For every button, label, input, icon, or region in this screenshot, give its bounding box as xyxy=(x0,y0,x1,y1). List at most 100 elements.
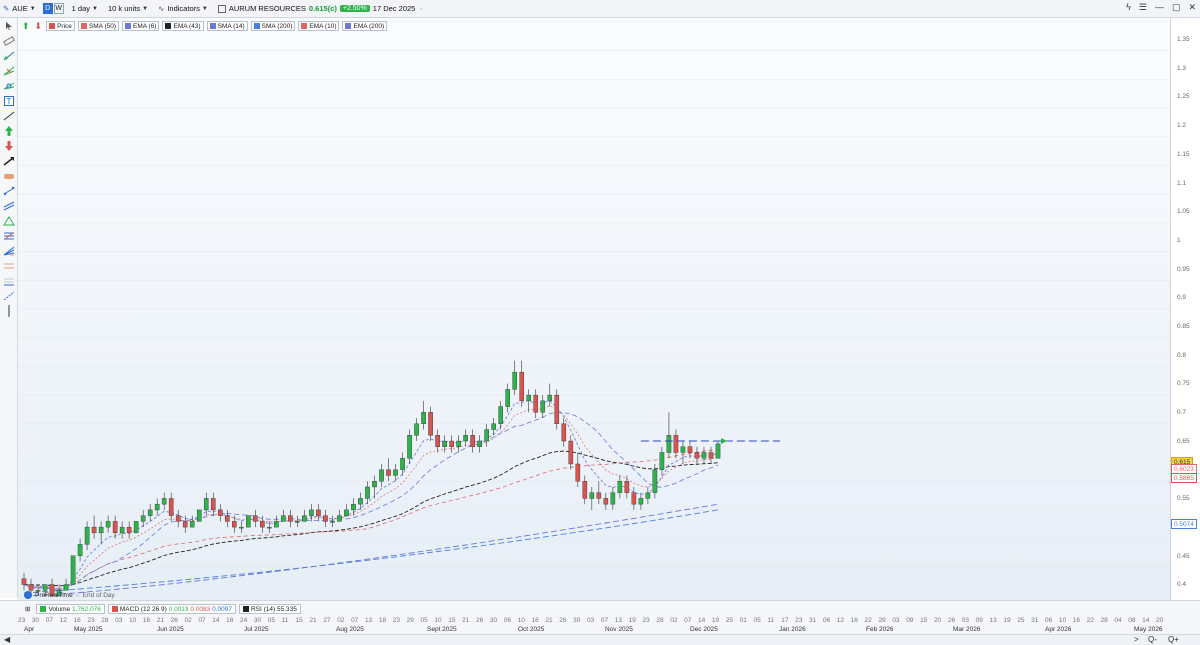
sell-arrow-icon[interactable] xyxy=(2,140,16,152)
triangle-icon[interactable] xyxy=(2,215,16,227)
arrow-line-icon[interactable] xyxy=(2,155,16,167)
minimize-icon[interactable]: — xyxy=(1155,2,1164,13)
trendline-icon[interactable] xyxy=(2,185,16,197)
line-icon[interactable] xyxy=(2,110,16,122)
indicator-settings-button[interactable]: ⊞ xyxy=(22,604,33,614)
candle-body xyxy=(596,492,602,499)
fib-fan-icon[interactable] xyxy=(2,245,16,257)
legend-item[interactable]: EMA (200) xyxy=(342,21,388,31)
units-selector[interactable]: 10 k units ▼ xyxy=(105,1,151,17)
price-tag: 0.5074 xyxy=(1171,518,1197,529)
x-month-label: Aug 2025 xyxy=(336,626,364,633)
scroll-left-icon[interactable]: ◀ xyxy=(4,635,10,644)
candle-body xyxy=(182,521,188,528)
close-icon[interactable]: ✕ xyxy=(1188,2,1196,13)
candle-body xyxy=(512,371,518,390)
candle-body xyxy=(386,469,391,476)
chart-area[interactable] xyxy=(18,18,1170,600)
candle-body xyxy=(246,515,251,528)
weekly-button[interactable]: W xyxy=(53,3,64,14)
x-day-label: 06 xyxy=(822,617,831,624)
zoom-out-icon[interactable]: Q- xyxy=(1148,635,1157,644)
indicators-menu[interactable]: ∿ Indicators ▼ xyxy=(155,1,211,17)
scroll-right-icon[interactable]: > xyxy=(1134,635,1139,644)
x-day-label: 16 xyxy=(1072,617,1080,624)
fibonacci-icon[interactable] xyxy=(2,50,16,62)
candle-body xyxy=(715,443,721,459)
legend-item[interactable]: EMA (10) xyxy=(298,21,340,31)
x-month-label: May 2026 xyxy=(1134,626,1163,633)
volume-indicator[interactable]: Volume 1,762,076 xyxy=(36,604,105,614)
rsi-indicator[interactable]: RSI (14) 55.335 xyxy=(238,604,301,614)
candle-body xyxy=(652,469,658,493)
instrument-info: AURUM RESOURCES 0.615(c) +2.50% 17 Dec 2… xyxy=(215,1,425,17)
x-day-label: 14 xyxy=(1142,617,1150,624)
legend-item[interactable]: SMA (50) xyxy=(77,21,119,31)
x-day-label: 19 xyxy=(711,617,720,624)
pencil-line-icon[interactable] xyxy=(2,290,16,302)
horizontal-line-icon[interactable] xyxy=(2,260,16,272)
x-day-label: 21 xyxy=(309,617,317,624)
candle-body xyxy=(260,521,265,528)
x-day-label: 01 xyxy=(739,617,747,624)
candle-body xyxy=(491,423,496,430)
zoom-in-icon[interactable]: Q+ xyxy=(1168,635,1179,644)
candle-body xyxy=(210,498,216,511)
window-controls: ϟ ☰ — ▢ ✕ xyxy=(1126,2,1196,13)
ruler-icon[interactable] xyxy=(2,35,16,47)
drawing-toolbar: T xyxy=(0,18,18,598)
chart-scrollbar[interactable]: ◀ > Q- Q+ xyxy=(0,634,1200,645)
x-day-label: 16 xyxy=(531,617,539,624)
cursor-icon[interactable] xyxy=(2,20,16,32)
macd-value-3: 0.0097 xyxy=(212,605,232,613)
x-month-label: Jul 2025 xyxy=(244,626,269,633)
x-day-label: 18 xyxy=(378,617,387,624)
candle-body xyxy=(379,469,384,482)
legend-item[interactable]: EMA (43) xyxy=(162,21,204,31)
legend-up-arrow[interactable]: ⬆ xyxy=(21,21,31,31)
indicator-bar: ⊞ Volume 1,762,076 MACD (12 26 9) 0.0013… xyxy=(22,604,301,614)
timeframe-selector[interactable]: 1 day ▼ xyxy=(69,1,101,17)
maximize-icon[interactable]: ▢ xyxy=(1172,2,1181,13)
candle-body xyxy=(631,492,637,505)
fib-retracement-icon[interactable] xyxy=(2,230,16,242)
x-day-label: 22 xyxy=(1086,617,1094,624)
legend-item[interactable]: SMA (200) xyxy=(250,21,296,31)
candle-body xyxy=(28,584,34,591)
text-icon[interactable]: T xyxy=(2,95,16,107)
buy-arrow-icon[interactable] xyxy=(2,125,16,137)
legend-down-arrow[interactable]: ⬇ xyxy=(34,21,44,31)
rsi-label: RSI (14) xyxy=(250,605,276,613)
legend-item[interactable]: SMA (14) xyxy=(206,21,248,31)
x-day-label: 30 xyxy=(489,617,498,624)
gann-icon[interactable] xyxy=(2,65,16,77)
x-month-label: Nov 2025 xyxy=(605,626,633,633)
macd-label: MACD (12 26 9) xyxy=(119,605,167,613)
legend-item[interactable]: EMA (6) xyxy=(122,21,160,31)
legend-swatch xyxy=(80,23,87,29)
vertical-line-icon[interactable] xyxy=(2,305,16,317)
menu-icon[interactable]: ☰ xyxy=(1139,2,1147,13)
circle-icon: ○ xyxy=(75,591,80,599)
x-day-label: 18 xyxy=(226,617,234,624)
candle-body xyxy=(603,498,609,505)
symbol-selector[interactable]: ✎ AUE ▼ xyxy=(0,1,39,17)
macd-indicator[interactable]: MACD (12 26 9) 0.0013 0.0083 0.0097 xyxy=(107,604,236,614)
x-day-label: 22 xyxy=(864,617,872,624)
pitchfork-icon[interactable] xyxy=(2,80,16,92)
candle-body xyxy=(21,578,27,585)
candle-body xyxy=(231,521,237,528)
y-tick-label: 0.75 xyxy=(1177,380,1190,388)
x-day-label: 28 xyxy=(656,617,664,624)
daily-button[interactable]: D xyxy=(42,3,53,14)
price-chart[interactable] xyxy=(18,18,1170,600)
candle-body xyxy=(442,440,447,447)
shape-icon[interactable] xyxy=(2,170,16,182)
legend-item[interactable]: Price xyxy=(46,21,75,31)
fib-extension-icon[interactable] xyxy=(2,275,16,287)
channel-icon[interactable] xyxy=(2,200,16,212)
legend-swatch xyxy=(301,23,308,29)
y-tick-label: 0.8 xyxy=(1177,351,1187,359)
lightning-icon[interactable]: ϟ xyxy=(1126,2,1131,13)
x-day-label: 23 xyxy=(392,617,400,624)
